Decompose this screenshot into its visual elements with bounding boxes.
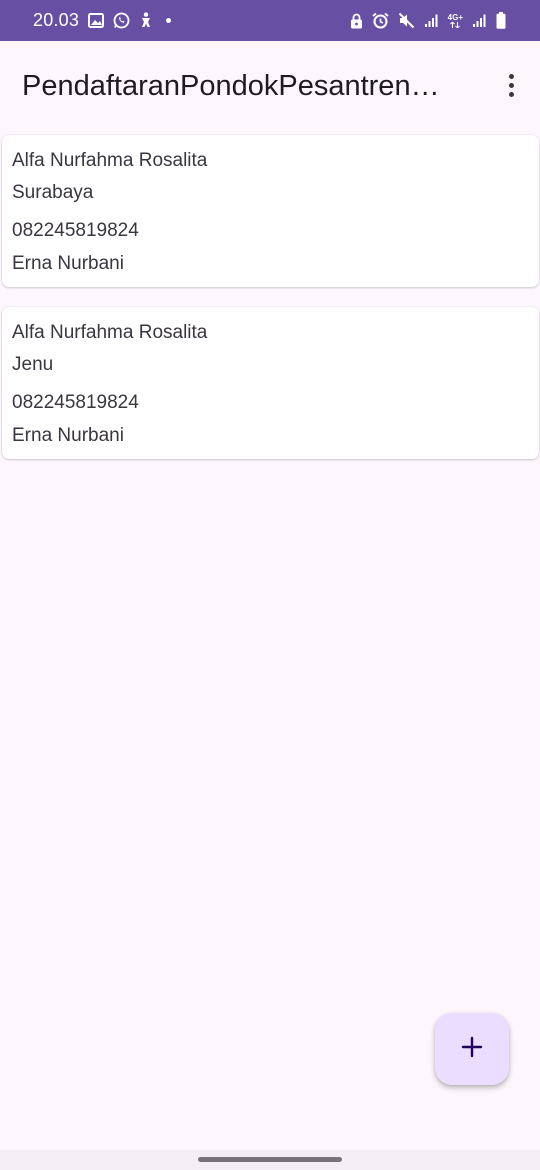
- more-vert-icon: [508, 73, 514, 79]
- signal-icon: [472, 13, 487, 28]
- add-button[interactable]: [435, 1013, 509, 1085]
- student-phone: 082245819824: [12, 392, 139, 413]
- more-options-button[interactable]: [494, 65, 528, 105]
- registration-card[interactable]: Alfa Nurfahma Rosalita Jenu 082245819824…: [2, 307, 539, 459]
- student-name: Alfa Nurfahma Rosalita: [12, 322, 208, 343]
- more-vert-dot: [508, 82, 514, 88]
- more-vert-dot: [508, 91, 514, 97]
- status-left: 20.03: [33, 10, 172, 31]
- whatsapp-icon: [113, 12, 130, 29]
- add-icon: [461, 1036, 483, 1063]
- status-time: 20.03: [33, 10, 80, 30]
- alarm-icon: [372, 12, 389, 29]
- network-4g-icon: 4G+: [447, 12, 463, 28]
- signal-icon: [424, 13, 439, 28]
- mute-icon: [398, 12, 415, 29]
- student-name: Alfa Nurfahma Rosalita: [12, 150, 208, 171]
- student-phone: 082245819824: [12, 220, 139, 241]
- battery-icon: [496, 12, 506, 29]
- parent-name: Erna Nurbani: [12, 425, 124, 446]
- network-label: 4G+: [447, 12, 463, 22]
- accessibility-icon: [139, 12, 153, 29]
- image-icon: [88, 13, 105, 28]
- student-city: Surabaya: [12, 182, 94, 203]
- app-bar: PendaftaranPondokPesantren…: [0, 41, 540, 129]
- dot-icon: [166, 18, 172, 23]
- student-city: Jenu: [12, 354, 54, 375]
- status-bar: 20.03 4G+: [0, 0, 540, 41]
- page-title: PendaftaranPondokPesantren…: [22, 70, 440, 102]
- home-gesture-handle[interactable]: [198, 1157, 342, 1162]
- status-right: 4G+: [350, 12, 506, 29]
- parent-name: Erna Nurbani: [12, 253, 124, 274]
- lock-icon: [350, 13, 363, 29]
- registration-card[interactable]: Alfa Nurfahma Rosalita Surabaya 08224581…: [2, 135, 539, 287]
